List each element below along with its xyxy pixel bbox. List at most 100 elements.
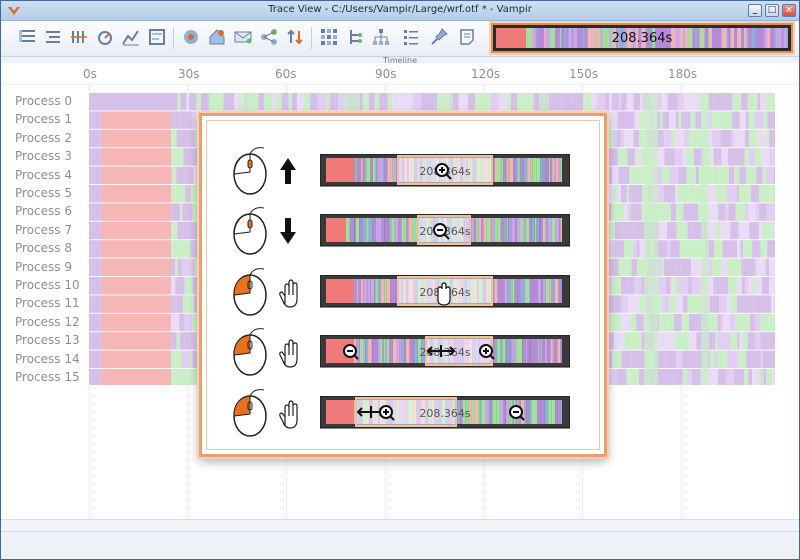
- bar-segment: [358, 339, 360, 363]
- bar-segment: [393, 158, 396, 182]
- close-button[interactable]: ×: [782, 4, 796, 17]
- bar-segment: [544, 400, 549, 424]
- bar-segment: [391, 218, 395, 242]
- communication-matrix-icon[interactable]: [259, 27, 279, 47]
- zoom-bar-illustration: 208.364s: [320, 275, 570, 308]
- bar-segment: [380, 339, 383, 363]
- bar-segment: [514, 339, 517, 363]
- bar-segment: [372, 158, 376, 182]
- bar-segment: [368, 218, 373, 242]
- bar-segment: [366, 158, 371, 182]
- bar-segment: [360, 279, 364, 303]
- bar-segment: [477, 218, 479, 242]
- bar-segment: [382, 158, 385, 182]
- horizontal-scrollbar[interactable]: [1, 519, 799, 531]
- bar-segment: [505, 279, 508, 303]
- bar-segment: [530, 158, 533, 182]
- bar-segment: [392, 158, 394, 182]
- bar-segment: [355, 279, 357, 303]
- bar-segment: [354, 218, 356, 242]
- bar-segment: [555, 158, 559, 182]
- bar-segment: [508, 158, 510, 182]
- pin-icon[interactable]: [429, 27, 449, 47]
- bar-segment: [523, 158, 528, 182]
- bar-segment: [384, 158, 388, 182]
- bar-segment: [536, 218, 538, 242]
- bar-segment: [552, 158, 555, 182]
- bar-segment: [550, 158, 553, 182]
- bar-segment: [366, 218, 369, 242]
- call-tree-icon[interactable]: [319, 27, 339, 47]
- bar-segment: [506, 158, 509, 182]
- process-timeline-icon[interactable]: [69, 27, 89, 47]
- help-row: 208.364s: [202, 263, 604, 319]
- bar-segment: [494, 218, 498, 242]
- minimize-button[interactable]: _: [748, 4, 762, 17]
- bar-segment: [527, 339, 530, 363]
- bar-segment: [392, 339, 397, 363]
- bar-segment: [537, 279, 542, 303]
- bar-segment: [375, 158, 378, 182]
- function-summary-icon[interactable]: [147, 27, 167, 47]
- bar-segment: [511, 218, 516, 242]
- bar-segment: [515, 218, 517, 242]
- notes-icon[interactable]: [457, 27, 477, 47]
- context-view-icon[interactable]: [181, 27, 201, 47]
- io-summary-icon[interactable]: [285, 27, 305, 47]
- bar-segment: [384, 218, 388, 242]
- bar-segment: [365, 339, 369, 363]
- bar-mpi-segment: [326, 279, 354, 303]
- message-summary-icon[interactable]: [233, 27, 253, 47]
- bar-segment: [539, 218, 541, 242]
- bar-segment: [363, 339, 366, 363]
- bar-segment: [383, 339, 386, 363]
- navigation-help-overlay[interactable]: 208.364s 208.364s 208.364s 208.364s 208.364s: [199, 113, 607, 457]
- bar-segment: [514, 158, 517, 182]
- bar-segment: [534, 218, 537, 242]
- bar-segment: [522, 339, 526, 363]
- bar-segment: [474, 400, 478, 424]
- counter-timeline-icon[interactable]: [95, 27, 115, 47]
- grab-hand-icon: [279, 279, 298, 308]
- bar-segment: [380, 279, 385, 303]
- summary-timeline-icon[interactable]: [43, 27, 63, 47]
- bar-segment: [517, 279, 521, 303]
- bar-segment: [399, 339, 402, 363]
- bar-segment: [541, 279, 543, 303]
- marker-view-icon[interactable]: [401, 27, 421, 47]
- bar-segment: [544, 339, 548, 363]
- pointer-hand-icon: [279, 400, 298, 429]
- bar-segment: [384, 279, 387, 303]
- mouse-wheel-up-icon: [233, 147, 267, 195]
- maximize-button[interactable]: □: [765, 4, 779, 17]
- bar-segment: [381, 218, 385, 242]
- bar-segment: [360, 158, 363, 182]
- bar-segment: [491, 218, 495, 242]
- bar-segment: [523, 218, 526, 242]
- arrow-up-icon: [280, 158, 296, 184]
- zoom-bar-illustration: 208.364s: [320, 335, 570, 368]
- hierarchy-icon[interactable]: [371, 27, 391, 47]
- bar-segment: [355, 218, 360, 242]
- performance-radar-icon[interactable]: [121, 27, 141, 47]
- zoom-overview-bar[interactable]: 208.364s: [491, 23, 793, 53]
- function-legend-icon[interactable]: [345, 27, 365, 47]
- mouse-left-button-icon: [233, 268, 267, 316]
- bar-segment: [542, 158, 544, 182]
- help-row: 208.364s: [202, 323, 604, 379]
- bar-segment: [382, 339, 384, 363]
- bar-segment: [355, 158, 357, 182]
- bar-segment: [496, 400, 500, 424]
- master-timeline-icon[interactable]: [17, 27, 37, 47]
- bar-segment: [502, 339, 506, 363]
- pointer-hand-icon: [279, 339, 298, 368]
- bar-segment: [358, 279, 361, 303]
- bar-segment: [558, 279, 562, 303]
- bar-segment: [503, 400, 506, 424]
- bar-segment: [406, 218, 409, 242]
- window-title: Trace View - C:/Users/Vampir/Large/wrf.o…: [268, 4, 532, 15]
- bar-segment: [508, 218, 511, 242]
- bar-segment: [510, 218, 512, 242]
- process-summary-icon[interactable]: [207, 27, 227, 47]
- bar-segment: [531, 218, 535, 242]
